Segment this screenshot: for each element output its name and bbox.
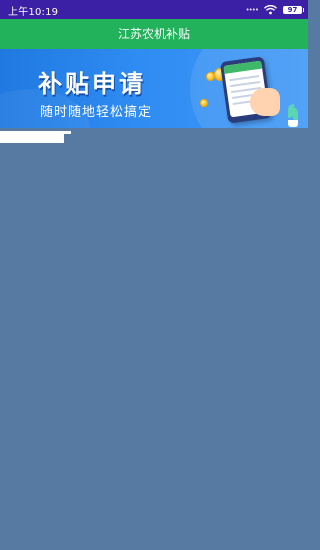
phone-screen-header — [223, 60, 263, 74]
banner-title: 补贴申请 — [38, 70, 146, 98]
phone-screen-line — [230, 80, 261, 88]
plant-leaf — [292, 107, 298, 121]
loading-strip-tick — [64, 131, 71, 134]
plant-pot — [288, 120, 298, 127]
status-bar: 上午10:19 •••• 97 — [0, 0, 308, 19]
banner-subtitle: 随时随地轻松搞定 — [40, 105, 153, 120]
phone-screen-line — [229, 75, 260, 82]
coin-icon — [200, 99, 208, 107]
app-title-bar: 江苏农机补贴 — [0, 19, 308, 49]
signal-dots: •••• — [245, 5, 258, 14]
page-title: 江苏农机补贴 — [117, 27, 190, 41]
promo-banner[interactable]: 补贴申请 随时随地轻松搞定 — [0, 49, 308, 128]
battery-icon: 97 — [283, 5, 304, 14]
hand-illustration — [250, 88, 280, 116]
status-indicators: •••• 97 — [245, 2, 304, 17]
status-time: 上午10:19 — [8, 7, 59, 18]
wifi-icon — [264, 4, 277, 15]
plant-icon — [288, 104, 298, 127]
loading-strip — [0, 131, 64, 143]
